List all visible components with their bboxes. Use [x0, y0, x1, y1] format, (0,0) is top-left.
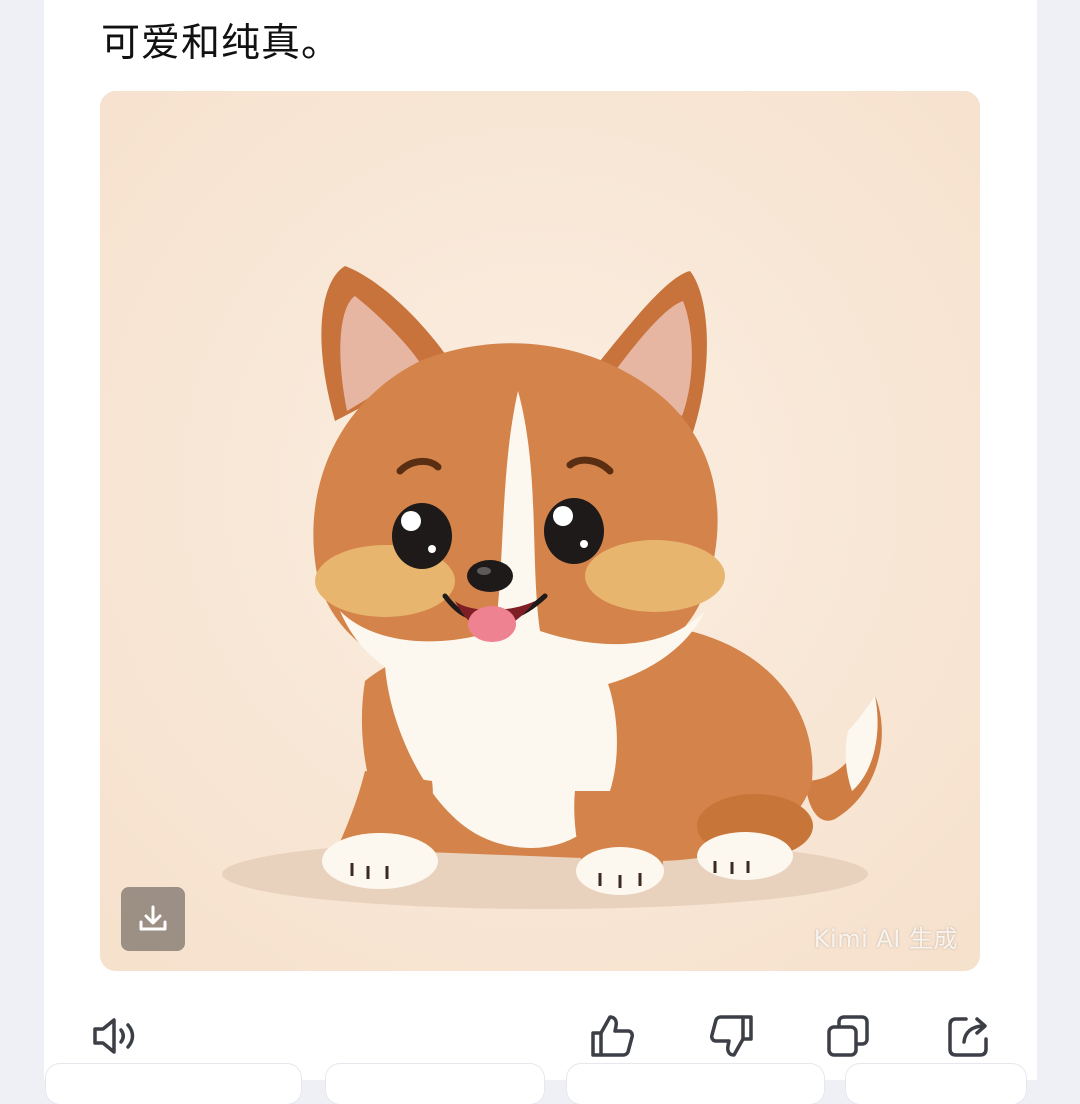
speaker-icon [93, 1018, 135, 1054]
ai-generated-watermark: Kimi AI 生成 [813, 925, 958, 953]
share-icon [948, 1017, 988, 1057]
download-button[interactable] [121, 887, 185, 951]
corgi-puppy-illustration [100, 91, 980, 971]
share-button[interactable] [942, 1010, 994, 1062]
like-button[interactable] [586, 1010, 638, 1062]
suggestion-chip[interactable] [567, 1064, 824, 1104]
dislike-button[interactable] [706, 1010, 758, 1062]
generated-image[interactable]: Kimi AI 生成 [100, 91, 980, 971]
copy-button[interactable] [822, 1010, 874, 1062]
thumbs-down-icon [710, 1015, 753, 1057]
download-icon [139, 905, 167, 931]
copy-icon [827, 1015, 869, 1057]
read-aloud-button[interactable] [88, 1010, 140, 1062]
suggestion-chip[interactable] [46, 1064, 301, 1104]
suggestion-chip[interactable] [326, 1064, 544, 1104]
suggestion-chip[interactable] [846, 1064, 1026, 1104]
message-text: 可爱和纯真。 [101, 21, 342, 66]
thumbs-up-icon [591, 1015, 634, 1057]
